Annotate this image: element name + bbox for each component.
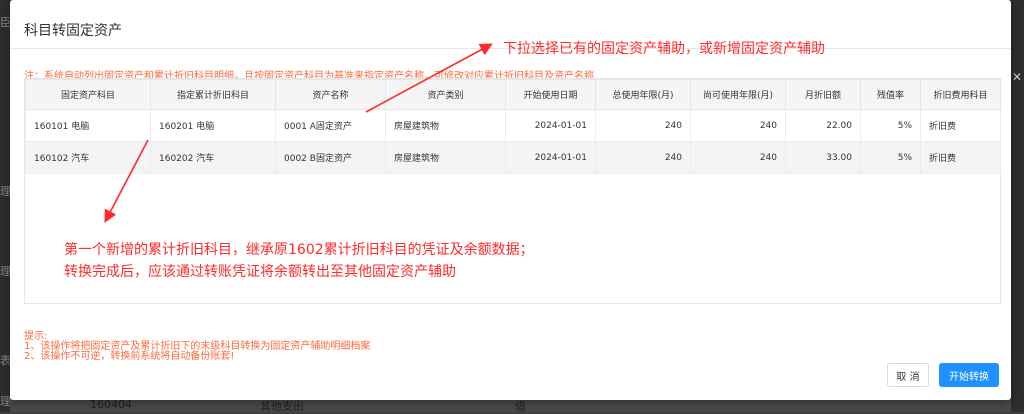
arrow-to-depreciation-account: [104, 139, 149, 223]
annotation-middle: 第一个新增的累计折旧科目，继承原1602累计折旧科目的凭证及余额数据； 转换完成…: [64, 239, 534, 283]
annotation-top: 下拉选择已有的固定资产辅助，或新增固定资产辅助: [503, 41, 825, 57]
arrow-to-asset-name: [365, 43, 493, 113]
annotation-middle-line: 转换完成后，应该通过转账凭证将余额转出至其他固定资产辅助: [64, 264, 456, 280]
annotation-arrows: [104, 43, 493, 223]
annotation-middle-line: 第一个新增的累计折旧科目，继承原1602累计折旧科目的凭证及余额数据；: [64, 242, 534, 258]
